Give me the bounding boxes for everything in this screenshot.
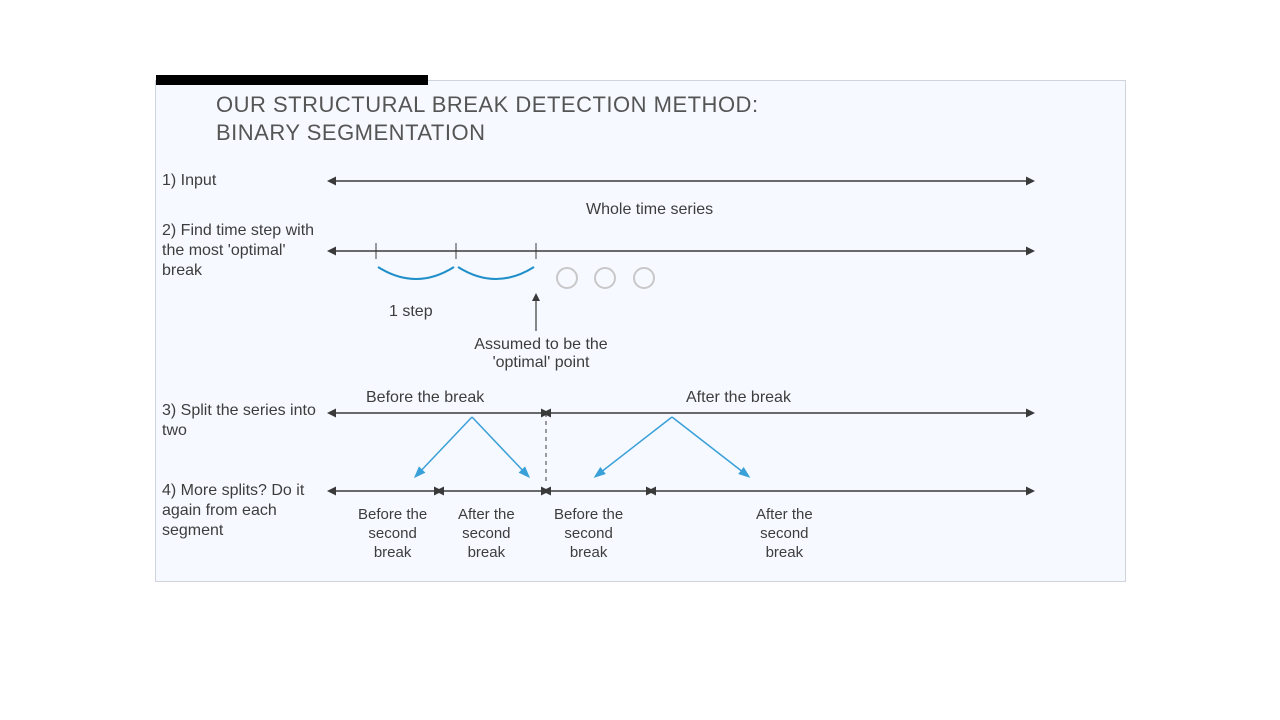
diagram-svg <box>156 81 1127 583</box>
assumed-arrow-head <box>532 293 540 301</box>
slide-frame: OUR STRUCTURAL BREAK DETECTION METHOD: B… <box>155 80 1126 582</box>
step-arc-1 <box>378 267 454 279</box>
split-arrow-1l <box>416 417 472 476</box>
step-arc-2 <box>458 267 534 279</box>
split-arrow-2l <box>596 417 672 476</box>
split-arrow-2r <box>672 417 748 476</box>
split-arrow-1r <box>472 417 528 476</box>
